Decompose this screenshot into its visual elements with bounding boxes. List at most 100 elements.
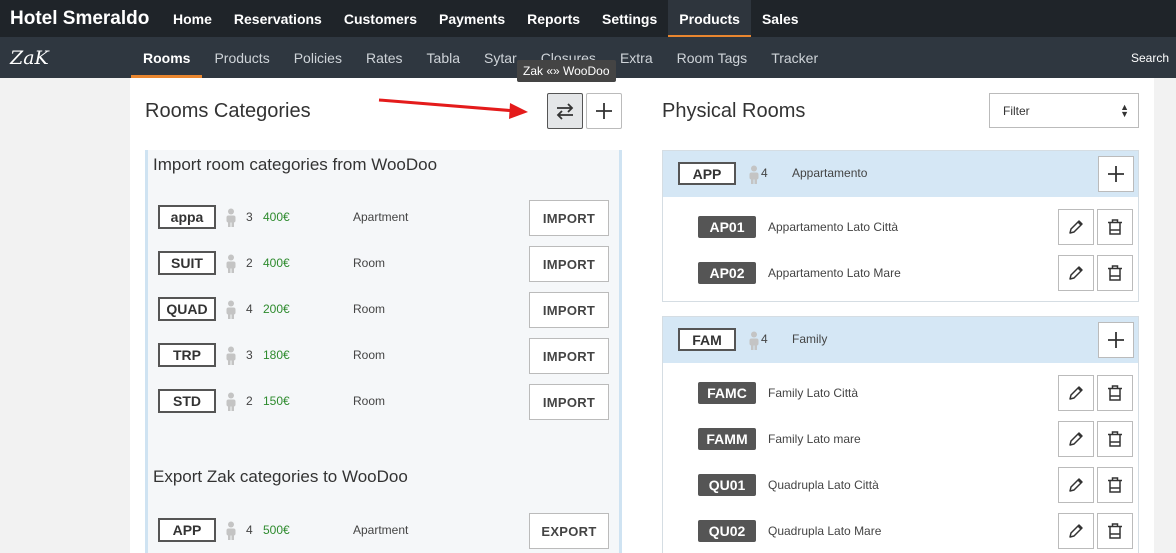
delete-room-button[interactable] xyxy=(1097,513,1133,549)
room-code: QU02 xyxy=(698,520,756,542)
trash-icon xyxy=(1108,477,1122,493)
group-code: APP xyxy=(678,162,736,185)
add-category-button[interactable] xyxy=(586,93,622,129)
delete-room-button[interactable] xyxy=(1097,375,1133,411)
import-button[interactable]: IMPORT xyxy=(529,338,609,374)
export-button[interactable]: EXPORT xyxy=(529,513,609,549)
menu-reservations[interactable]: Reservations xyxy=(223,0,333,37)
room-row: QU01 Quadrupla Lato Città xyxy=(663,467,1138,503)
category-price: 200€ xyxy=(263,302,290,316)
rooms-categories-title: Rooms Categories xyxy=(145,100,311,122)
room-name: Appartamento Lato Città xyxy=(768,220,899,234)
menu-sales[interactable]: Sales xyxy=(751,0,810,37)
annotation-arrow-icon xyxy=(378,98,528,119)
person-icon xyxy=(749,331,759,350)
edit-room-button[interactable] xyxy=(1058,467,1094,503)
edit-room-button[interactable] xyxy=(1058,421,1094,457)
tab-tracker[interactable]: Tracker xyxy=(759,37,830,78)
category-type: Apartment xyxy=(353,210,409,224)
category-row: appa 3 400€ Apartment IMPORT xyxy=(158,200,610,236)
pencil-icon xyxy=(1069,386,1083,400)
category-code: appa xyxy=(158,205,216,229)
trash-icon xyxy=(1108,523,1122,539)
menu-customers[interactable]: Customers xyxy=(333,0,428,37)
trash-icon xyxy=(1108,385,1122,401)
tab-rooms[interactable]: Rooms xyxy=(131,37,203,78)
room-name: Quadrupla Lato Città xyxy=(768,478,879,492)
room-name: Family Lato Città xyxy=(768,386,859,400)
category-code: SUIT xyxy=(158,251,216,275)
room-name: Quadrupla Lato Mare xyxy=(768,524,882,538)
menu-home[interactable]: Home xyxy=(162,0,223,37)
category-price: 400€ xyxy=(263,210,290,224)
tab-products[interactable]: Products xyxy=(202,37,281,78)
woodoo-sync-button[interactable] xyxy=(547,93,583,129)
search-link[interactable]: Search xyxy=(1131,37,1169,78)
filter-select[interactable]: Filter ▲ ▼ xyxy=(989,93,1139,128)
menu-payments[interactable]: Payments xyxy=(428,0,516,37)
room-row: AP01 Appartamento Lato Città xyxy=(663,209,1138,245)
room-group: FAM 4 Family FAMC Family Lato Città FAMM Famil… xyxy=(662,316,1139,553)
room-row: AP02 Appartamento Lato Mare xyxy=(663,255,1138,291)
sync-tooltip: Zak «» WooDoo xyxy=(517,60,616,82)
plus-icon xyxy=(1108,332,1124,348)
group-code: FAM xyxy=(678,328,736,351)
category-type: Room xyxy=(353,256,386,270)
category-price: 150€ xyxy=(263,394,290,408)
products-submenu: Rooms Products Policies Rates Tabla Syta… xyxy=(131,37,830,78)
edit-room-button[interactable] xyxy=(1058,513,1094,549)
edit-room-button[interactable] xyxy=(1058,209,1094,245)
import-button[interactable]: IMPORT xyxy=(529,200,609,236)
room-code: FAMM xyxy=(698,428,756,450)
category-capacity: 2 xyxy=(246,256,253,270)
group-name: Appartamento xyxy=(792,166,868,180)
add-room-button[interactable] xyxy=(1098,156,1134,192)
category-type: Room xyxy=(353,302,386,316)
person-icon xyxy=(226,521,236,540)
tab-tabla[interactable]: Tabla xyxy=(415,37,472,78)
pencil-icon xyxy=(1069,220,1083,234)
person-icon xyxy=(226,208,236,227)
room-group: APP 4 Appartamento AP01 Appartamento Lato Ci… xyxy=(662,150,1139,302)
category-row: STD 2 150€ Room IMPORT xyxy=(158,384,610,420)
room-name: Family Lato mare xyxy=(768,432,861,446)
plus-icon xyxy=(596,103,612,119)
trash-icon xyxy=(1108,431,1122,447)
delete-room-button[interactable] xyxy=(1097,255,1133,291)
hotel-name[interactable]: Hotel Smeraldo xyxy=(0,0,162,37)
import-button[interactable]: IMPORT xyxy=(529,292,609,328)
category-row: APP 4 500€ Apartment EXPORT xyxy=(158,513,610,549)
import-button[interactable]: IMPORT xyxy=(529,384,609,420)
delete-room-button[interactable] xyxy=(1097,421,1133,457)
room-group-header: FAM 4 Family xyxy=(663,317,1138,363)
menu-settings[interactable]: Settings xyxy=(591,0,668,37)
category-code: QUAD xyxy=(158,297,216,321)
zak-logo[interactable]: ZaK xyxy=(0,37,131,78)
add-room-button[interactable] xyxy=(1098,322,1134,358)
menu-reports[interactable]: Reports xyxy=(516,0,591,37)
pencil-icon xyxy=(1069,432,1083,446)
tab-room-tags[interactable]: Room Tags xyxy=(665,37,760,78)
import-heading: Import room categories from WooDoo xyxy=(153,155,438,174)
person-icon xyxy=(226,254,236,273)
edit-room-button[interactable] xyxy=(1058,375,1094,411)
edit-room-button[interactable] xyxy=(1058,255,1094,291)
physical-rooms-title: Physical Rooms xyxy=(662,100,806,122)
room-name: Appartamento Lato Mare xyxy=(768,266,901,280)
delete-room-button[interactable] xyxy=(1097,467,1133,503)
tab-policies[interactable]: Policies xyxy=(282,37,354,78)
tab-rates[interactable]: Rates xyxy=(354,37,415,78)
category-capacity: 4 xyxy=(246,523,253,537)
top-navbar: Hotel Smeraldo Home Reservations Custome… xyxy=(0,0,1176,37)
tab-extra[interactable]: Extra xyxy=(608,37,665,78)
category-row: QUAD 4 200€ Room IMPORT xyxy=(158,292,610,328)
menu-products[interactable]: Products xyxy=(668,0,751,37)
trash-icon xyxy=(1108,265,1122,281)
import-button[interactable]: IMPORT xyxy=(529,246,609,282)
delete-room-button[interactable] xyxy=(1097,209,1133,245)
main-menu: Home Reservations Customers Payments Rep… xyxy=(162,0,810,37)
swap-arrows-icon xyxy=(556,103,574,120)
category-code: STD xyxy=(158,389,216,413)
category-code: APP xyxy=(158,518,216,542)
category-capacity: 3 xyxy=(246,210,253,224)
